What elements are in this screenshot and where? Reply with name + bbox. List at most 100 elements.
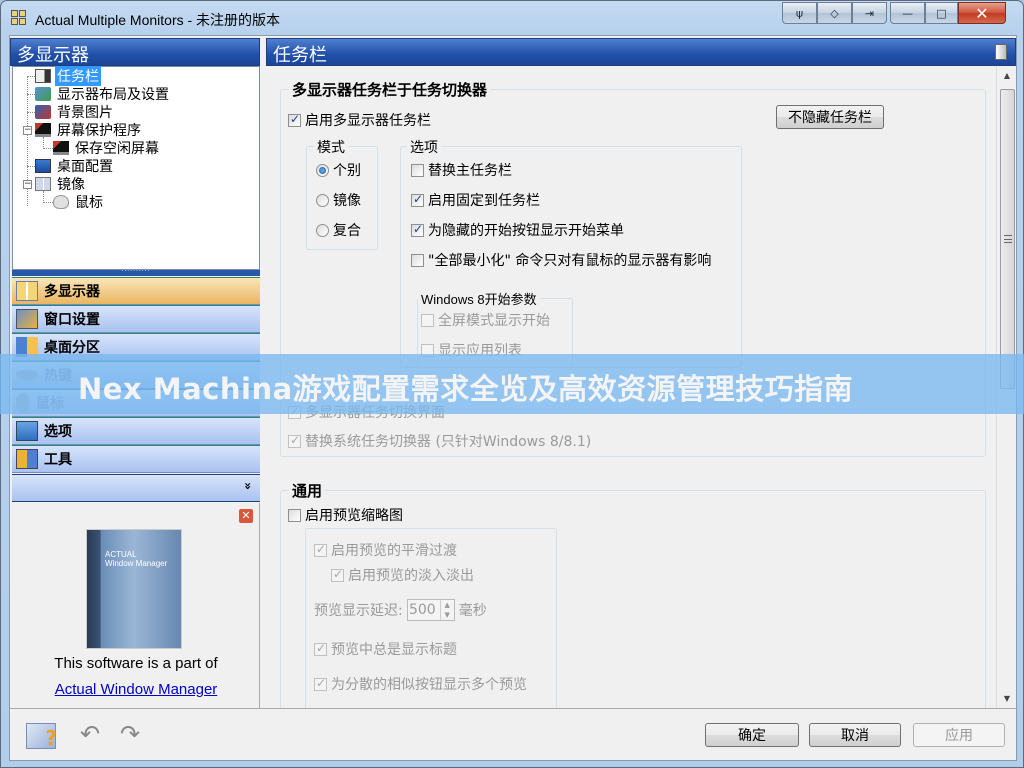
chevron-double-down-icon: » [241,482,256,490]
checkbox [411,192,424,207]
undo-icon[interactable]: ↶ [80,722,110,749]
fullscreen-start-checkbox[interactable]: 全屏模式显示开始 [421,310,550,330]
preview-delay-row: 预览显示延迟: 500 ▲ ▼ 毫秒 [314,599,487,621]
nav-more-button[interactable]: » [12,474,260,502]
overlay-banner: Nex Machina游戏配置需求全览及高效资源管理技巧指南 [0,354,1024,414]
collapse-mirror[interactable]: − [23,180,32,189]
mode-individual-radio[interactable]: 个别 [316,160,361,180]
fade-checkbox[interactable]: 启用预览的淡入淡出 [331,565,474,585]
overlay-banner-text: Nex Machina游戏配置需求全览及高效资源管理技巧指南 [78,372,854,406]
tree-item-wallpaper[interactable]: 背景图片 [35,103,115,121]
ok-button[interactable]: 确定 [705,723,799,747]
checkbox [421,313,434,327]
app-icon [11,10,27,26]
tree-item-save-idle-screen[interactable]: 保存空闲屏幕 [53,139,161,157]
checkbox [314,676,327,691]
multiple-previews-checkbox[interactable]: 为分散的相似按钮显示多个预览 [314,674,527,694]
multi-monitor-icon [16,281,38,301]
nav-tools[interactable]: 工具 [12,445,260,473]
mode-group-title: 模式 [314,137,348,157]
apply-button[interactable]: 应用 [913,723,1005,747]
replace-main-taskbar-checkbox[interactable]: 替换主任务栏 [411,160,512,180]
start-menu-hidden-checkbox[interactable]: 为隐藏的开始按钮显示开始菜单 [411,220,624,240]
mode-mirror-radio[interactable]: 镜像 [316,190,361,210]
scroll-thumb[interactable] [1000,89,1015,389]
checkbox [411,222,424,237]
window-title: Actual Multiple Monitors - 未注册的版本 [35,12,281,28]
help-icon[interactable]: ? [26,723,57,750]
checkbox [288,112,301,127]
promo-link[interactable]: Actual Window Manager [12,681,260,698]
cancel-button[interactable]: 取消 [809,723,901,747]
spin-arrows-icon[interactable]: ▲ ▼ [439,600,454,620]
always-show-title-checkbox[interactable]: 预览中总是显示标题 [314,639,457,659]
enter-icon: ⇥ [864,6,875,20]
title-bar[interactable]: Actual Multiple Monitors - 未注册的版本 ψ ◇ ⇥ … [1,1,1023,35]
taskbar-icon [35,69,51,83]
minimize-button[interactable]: — [890,2,925,24]
replace-switcher-checkbox[interactable]: 替换系统任务切换器 (只针对Windows 8/8.1) [288,431,591,451]
options-group-title: 选项 [407,137,441,157]
taskbar-group-title: 多显示器任务栏于任务切换器 [289,79,491,100]
smooth-transition-checkbox[interactable]: 启用预览的平滑过渡 [314,540,457,560]
minimize-icon: — [902,6,913,20]
checkbox [411,163,424,177]
mouse-icon [53,195,69,209]
tree-item-taskbar[interactable]: 任务栏 [35,66,101,86]
box-brand: ACTUAL [105,550,137,559]
preview-delay-unit: 毫秒 [458,603,487,619]
enable-preview-checkbox[interactable]: 启用预览缩略图 [288,505,403,525]
unhide-taskbar-button[interactable]: 不隐藏任务栏 [776,105,884,129]
mirror-icon [35,177,51,191]
wallpaper-icon [35,105,51,119]
tree-item-desktop-profiles[interactable]: 桌面配置 [35,157,115,175]
checkbox [314,542,327,557]
promo-close-button[interactable]: ✕ [239,509,253,523]
radio [316,193,329,207]
collapse-screensaver[interactable]: − [23,126,32,135]
enable-pin-checkbox[interactable]: 启用固定到任务栏 [411,190,540,210]
win8-group-title: Windows 8开始参数 [418,289,540,308]
settings-tree[interactable]: − − 任务栏 显示器布局及设置 背景图片 屏幕保护程序 保存空闲屏幕 桌面配置… [12,66,260,270]
checkbox [288,508,301,522]
pane-splitter[interactable]: ·········· [12,269,260,276]
screensaver-icon [53,141,69,155]
scroll-up-arrow-icon[interactable]: ▲ [997,67,1017,85]
desktop-icon [35,159,51,173]
nav-options[interactable]: 选项 [12,417,260,445]
close-button[interactable]: ✕ [958,2,1006,24]
move-icon: ◇ [830,6,839,20]
move-button[interactable]: ◇ [817,2,852,24]
scroll-down-arrow-icon[interactable]: ▼ [997,690,1017,708]
radio [316,223,329,237]
footer-bar: ? ↶ ↷ 确定 取消 应用 [10,708,1018,762]
mode-composite-radio[interactable]: 复合 [316,220,361,240]
promo-text: This software is a part of [54,655,218,672]
general-group-title: 通用 [289,480,326,501]
page-title: 任务栏 [266,38,1016,66]
tree-item-mirror[interactable]: 镜像 [35,175,87,193]
nav-multi-monitor[interactable]: 多显示器 [12,277,260,305]
tree-item-screensaver[interactable]: 屏幕保护程序 [35,121,143,139]
maximize-icon: □ [936,6,947,20]
left-pane-header: 多显示器 [10,38,260,66]
options-icon [16,421,38,441]
enter-button[interactable]: ⇥ [852,2,887,24]
taskbar-icon [995,44,1007,60]
display-settings-icon [35,87,51,101]
tree-item-display-layout[interactable]: 显示器布局及设置 [35,85,171,103]
checkbox [314,641,327,656]
window-settings-icon [16,309,38,329]
enable-taskbar-checkbox[interactable]: 启用多显示器任务栏 [288,110,431,130]
minimize-all-checkbox[interactable]: "全部最小化" 命令只对有鼠标的显示器有影响 [411,250,711,270]
maximize-button[interactable]: □ [925,2,958,24]
wrench-button[interactable]: ψ [782,2,817,24]
redo-icon[interactable]: ↷ [120,722,150,749]
tools-icon [16,449,38,469]
box-title: Window Manager [105,559,168,568]
nav-window-settings[interactable]: 窗口设置 [12,305,260,333]
tree-item-mouse[interactable]: 鼠标 [53,193,105,211]
checkbox [411,253,424,267]
promo-panel: ✕ ACTUAL Window Manager This software is … [12,503,260,708]
preview-delay-input[interactable]: 500 ▲ ▼ [406,599,455,621]
